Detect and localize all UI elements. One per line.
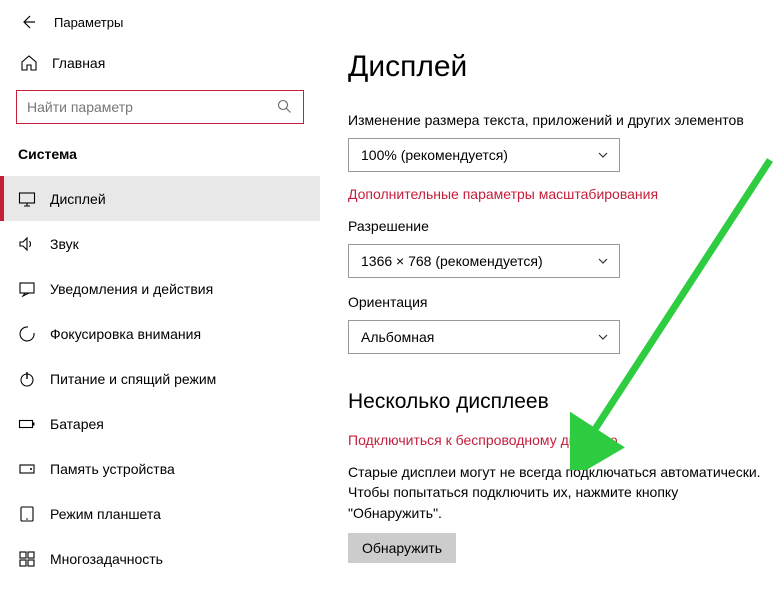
search-icon bbox=[277, 99, 293, 115]
search-input[interactable] bbox=[16, 90, 304, 124]
detect-description: Старые дисплеи могут не всегда подключат… bbox=[348, 462, 768, 523]
nav-label: Питание и спящий режим bbox=[50, 371, 216, 387]
scale-select[interactable]: 100% (рекомендуется) bbox=[348, 138, 620, 172]
main-content: Дисплей Изменение размера текста, прилож… bbox=[320, 0, 782, 608]
nav-label: Батарея bbox=[50, 416, 104, 432]
power-icon bbox=[18, 370, 36, 388]
scale-advanced-link[interactable]: Дополнительные параметры масштабирования bbox=[348, 186, 658, 202]
resolution-label: Разрешение bbox=[348, 218, 782, 234]
chevron-down-icon bbox=[597, 149, 609, 161]
orientation-select[interactable]: Альбомная bbox=[348, 320, 620, 354]
search-field[interactable] bbox=[27, 99, 277, 115]
window-title: Параметры bbox=[54, 15, 123, 30]
resolution-value: 1366 × 768 (рекомендуется) bbox=[361, 253, 543, 269]
nav-label: Дисплей bbox=[50, 191, 106, 207]
nav-label: Уведомления и действия bbox=[50, 281, 213, 297]
nav-item-multitask[interactable]: Многозадачность bbox=[0, 536, 320, 581]
section-header: Система bbox=[0, 138, 320, 176]
nav-item-notifications[interactable]: Уведомления и действия bbox=[0, 266, 320, 311]
nav-list: Дисплей Звук Уведомления и действия Фоку… bbox=[0, 176, 320, 581]
nav-label: Память устройства bbox=[50, 461, 175, 477]
nav-item-display[interactable]: Дисплей bbox=[0, 176, 320, 221]
nav-label: Многозадачность bbox=[50, 551, 163, 567]
detect-button[interactable]: Обнаружить bbox=[348, 533, 456, 563]
scale-label: Изменение размера текста, приложений и д… bbox=[348, 112, 782, 128]
multitask-icon bbox=[18, 550, 36, 568]
wireless-display-link[interactable]: Подключиться к беспроводному дисплею bbox=[348, 432, 618, 448]
chevron-down-icon bbox=[597, 255, 609, 267]
nav-item-battery[interactable]: Батарея bbox=[0, 401, 320, 446]
nav-item-sound[interactable]: Звук bbox=[0, 221, 320, 266]
multi-displays-heading: Несколько дисплеев bbox=[348, 390, 782, 414]
sound-icon bbox=[18, 235, 36, 253]
orientation-value: Альбомная bbox=[361, 329, 434, 345]
tablet-icon bbox=[18, 505, 36, 523]
back-icon[interactable] bbox=[20, 14, 36, 30]
notifications-icon bbox=[18, 280, 36, 298]
home-label: Главная bbox=[52, 55, 105, 71]
page-title: Дисплей bbox=[348, 50, 782, 84]
display-icon bbox=[18, 190, 36, 208]
sidebar: Параметры Главная Система Дисплей bbox=[0, 0, 320, 608]
nav-item-focus[interactable]: Фокусировка внимания bbox=[0, 311, 320, 356]
nav-label: Фокусировка внимания bbox=[50, 326, 201, 342]
nav-label: Звук bbox=[50, 236, 79, 252]
scale-value: 100% (рекомендуется) bbox=[361, 147, 508, 163]
resolution-select[interactable]: 1366 × 768 (рекомендуется) bbox=[348, 244, 620, 278]
titlebar: Параметры bbox=[0, 0, 320, 44]
nav-item-power[interactable]: Питание и спящий режим bbox=[0, 356, 320, 401]
chevron-down-icon bbox=[597, 331, 609, 343]
home-icon bbox=[20, 54, 38, 72]
battery-icon bbox=[18, 415, 36, 433]
nav-item-tablet[interactable]: Режим планшета bbox=[0, 491, 320, 536]
nav-label: Режим планшета bbox=[50, 506, 161, 522]
focus-icon bbox=[18, 325, 36, 343]
home-button[interactable]: Главная bbox=[0, 44, 320, 82]
orientation-label: Ориентация bbox=[348, 294, 782, 310]
storage-icon bbox=[18, 460, 36, 478]
nav-item-storage[interactable]: Память устройства bbox=[0, 446, 320, 491]
